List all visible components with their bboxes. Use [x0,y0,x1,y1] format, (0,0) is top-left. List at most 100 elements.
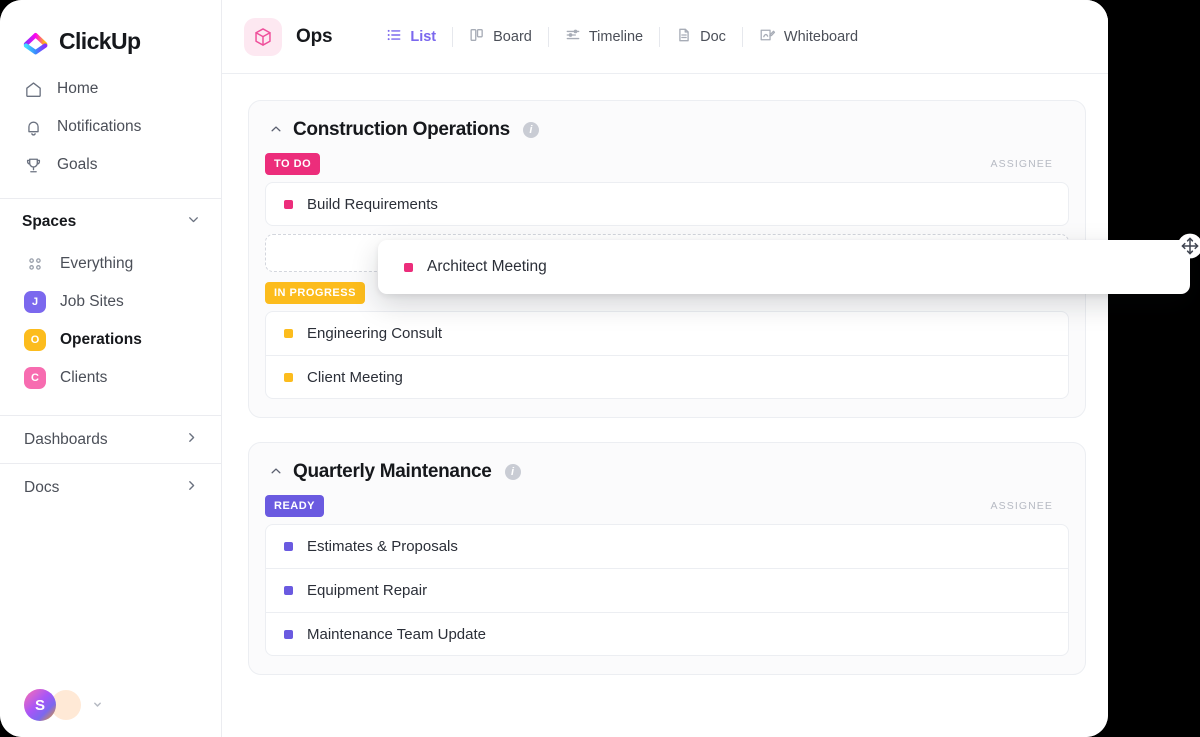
tab-list[interactable]: List [370,22,452,52]
table-row[interactable]: Equipment Repair [265,568,1069,612]
cube-icon [244,17,282,56]
dragged-task-card[interactable]: Architect Meeting [378,240,1190,294]
sidebar-item-notifications[interactable]: Notifications [0,108,221,146]
avatar[interactable] [1024,364,1050,390]
task-status-dot [404,262,413,272]
workspace-avatar[interactable]: S [24,689,56,721]
sidebar-item-operations[interactable]: O Operations [0,321,221,359]
brand[interactable]: ClickUp [0,0,221,60]
space-label: Clients [60,369,108,386]
task-name: Estimates & Proposals [307,538,458,555]
avatar[interactable] [1024,578,1050,604]
home-icon [24,80,43,99]
chevron-right-icon[interactable] [184,478,199,498]
sidebar-item-goals[interactable]: Goals [0,146,221,184]
status-badge[interactable]: IN PROGRESS [265,282,365,304]
status-row-ready: READY ASSIGNEE [265,495,1069,517]
chevron-down-icon[interactable] [93,700,102,711]
avatar[interactable] [1024,621,1050,647]
task-group-quarterly-maintenance: Quarterly Maintenance i READY ASSIGNEE E… [248,442,1086,675]
tab-whiteboard[interactable]: Whiteboard [743,22,874,52]
toolbar: Ops List Board Timeline Doc Whiteboard [222,0,1108,74]
task-list-in-progress: Engineering Consult Client Meeting [265,311,1069,399]
tab-label: Timeline [588,28,644,45]
task-status-dot [284,372,293,382]
trophy-icon [24,156,43,175]
clickup-logo-icon [22,27,50,55]
sidebar-item-home[interactable]: Home [0,70,221,108]
task-board: Construction Operations i TO DO ASSIGNEE… [222,74,1108,675]
task-status-dot [284,629,293,639]
tab-doc[interactable]: Doc [660,22,742,52]
bell-icon [24,118,43,137]
task-status-dot [284,199,293,209]
assignee-column-header: ASSIGNEE [990,500,1053,512]
chevron-down-icon[interactable] [186,212,201,232]
space-label: Everything [60,255,134,272]
space-badge-icon: J [24,291,46,313]
list-icon [386,27,402,47]
group-header[interactable]: Quarterly Maintenance i [265,457,1069,495]
sidebar-item-label: Notifications [57,118,142,135]
spaces-list: Everything J Job Sites O Operations C Cl… [0,245,221,397]
avatar[interactable] [1142,254,1168,280]
task-status-dot [284,329,293,338]
page-title: Ops [296,25,333,47]
group-title: Quarterly Maintenance [293,461,492,482]
chevron-right-icon[interactable] [184,430,199,450]
group-header[interactable]: Construction Operations i [265,115,1069,153]
avatar[interactable] [1024,321,1050,347]
task-status-dot [284,586,293,595]
table-row[interactable]: Build Requirements [265,182,1069,226]
spaces-header[interactable]: Spaces [0,199,221,245]
group-title: Construction Operations [293,119,510,140]
table-row[interactable]: Engineering Consult [265,311,1069,355]
section-label: Dashboards [24,430,108,448]
space-label: Job Sites [60,293,124,310]
avatar[interactable] [1024,191,1050,217]
section-label: Docs [24,478,60,496]
spaces-label: Spaces [22,213,77,230]
status-badge[interactable]: READY [265,495,325,517]
space-label: Operations [60,331,142,348]
chevron-up-icon[interactable] [269,464,283,480]
table-row[interactable]: Client Meeting [265,355,1069,399]
task-name: Architect Meeting [427,258,547,275]
tab-timeline[interactable]: Timeline [549,22,659,52]
sidebar-sections: Dashboards Docs [0,415,221,511]
whiteboard-icon [759,27,776,47]
board-icon [469,27,485,47]
task-name: Maintenance Team Update [307,625,487,643]
assignee-column-header: ASSIGNEE [990,158,1053,170]
app-window: ClickUp Home Notifications Goals Spaces … [0,0,1108,737]
user-bar[interactable]: S [0,673,222,737]
table-row[interactable]: Estimates & Proposals [265,524,1069,568]
table-row[interactable]: Maintenance Team Update [265,612,1069,656]
move-cursor-icon [1176,232,1200,260]
sidebar-item-label: Home [57,80,99,97]
info-icon[interactable]: i [522,122,539,138]
tab-label: Board [493,28,532,45]
doc-icon [676,27,692,47]
sidebar-item-docs[interactable]: Docs [0,463,221,511]
view-tabs: List Board Timeline Doc Whiteboard [370,22,874,52]
sidebar-item-clients[interactable]: C Clients [0,359,221,397]
tab-board[interactable]: Board [453,22,548,52]
task-list-ready: Estimates & Proposals Equipment Repair M… [265,524,1069,656]
avatar[interactable] [1024,534,1050,560]
primary-nav: Home Notifications Goals [0,70,221,184]
status-row-todo: TO DO ASSIGNEE [265,153,1069,175]
chevron-up-icon[interactable] [269,122,283,138]
space-chip[interactable]: Ops [244,17,333,56]
task-name: Equipment Repair [307,582,428,599]
timeline-icon [565,27,581,47]
task-status-dot [284,542,293,551]
info-icon[interactable]: i [504,464,521,480]
sidebar-item-everything[interactable]: Everything [0,245,221,283]
sidebar-item-job-sites[interactable]: J Job Sites [0,283,221,321]
space-badge-icon: C [24,367,46,389]
sidebar: ClickUp Home Notifications Goals Spaces … [0,0,222,737]
sidebar-item-dashboards[interactable]: Dashboards [0,415,221,463]
brand-name: ClickUp [59,27,141,54]
status-badge[interactable]: TO DO [265,153,321,175]
